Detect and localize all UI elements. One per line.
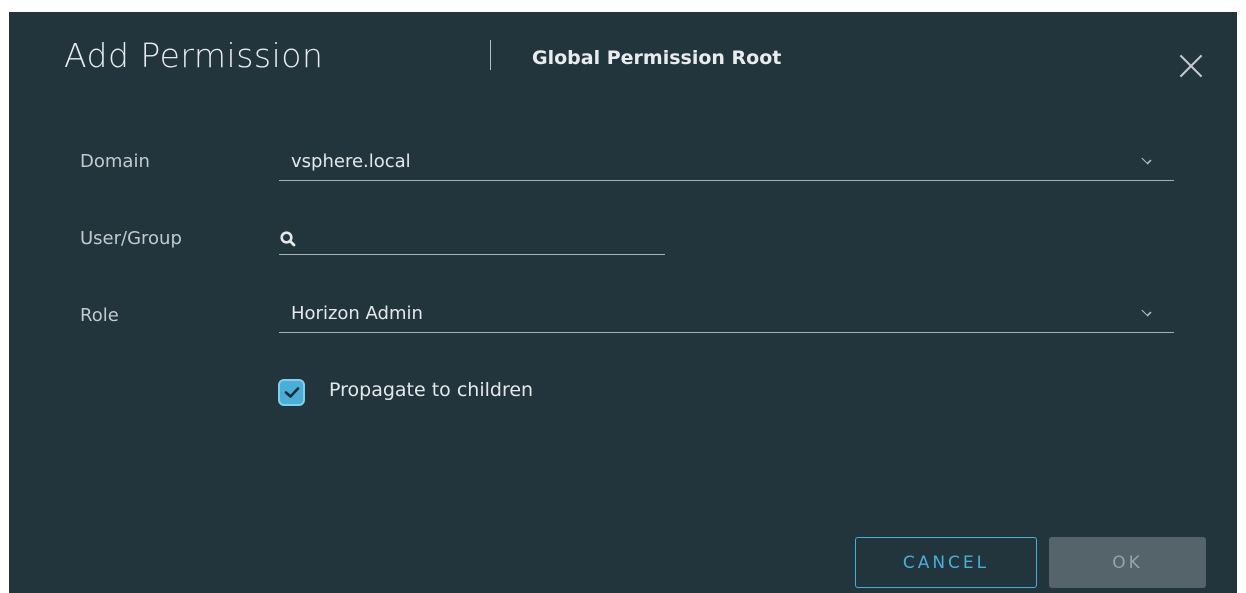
checkmark-icon <box>284 387 300 398</box>
domain-label: Domain <box>80 151 150 172</box>
domain-value: vsphere.local <box>291 151 411 172</box>
ok-button[interactable]: OK <box>1049 537 1206 588</box>
role-select[interactable]: Horizon Admin <box>279 299 1174 333</box>
dialog-subtitle: Global Permission Root <box>532 47 782 69</box>
title-separator <box>490 40 491 70</box>
propagate-checkbox[interactable] <box>278 379 305 406</box>
role-value: Horizon Admin <box>291 303 423 324</box>
add-permission-dialog: Add Permission Global Permission Root Do… <box>9 12 1237 593</box>
domain-select[interactable]: vsphere.local <box>279 147 1174 181</box>
dialog-title: Add Permission <box>64 36 324 75</box>
user-group-label: User/Group <box>80 228 182 249</box>
role-label: Role <box>80 305 119 326</box>
close-icon[interactable] <box>1174 49 1208 83</box>
user-group-input[interactable] <box>307 221 657 253</box>
user-group-field <box>279 221 665 255</box>
chevron-down-icon <box>1141 306 1152 317</box>
cancel-button[interactable]: CANCEL <box>855 537 1037 588</box>
chevron-down-icon <box>1141 154 1152 165</box>
search-icon <box>280 231 296 247</box>
propagate-label[interactable]: Propagate to children <box>329 379 533 401</box>
